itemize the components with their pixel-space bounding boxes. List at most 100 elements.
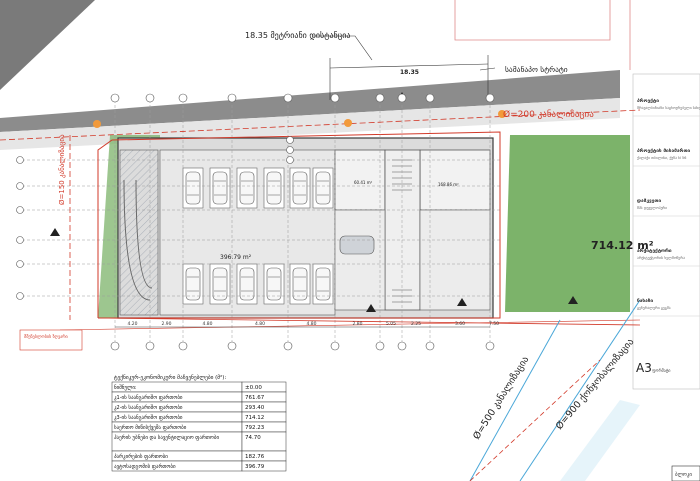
pipe-label-top: Ø=200 კანალიზაცია [503,109,594,120]
title-block-subtext: შპს დეველოპერი [637,206,667,210]
title-block-subtext: მრავალბინიანი საცხოვრებელი სახლი [637,106,700,110]
title-block-subtext: ქალაქი თბილისი, ქუჩა N 56 [637,156,687,160]
grid-bubble-bottom [485,341,495,351]
bottom-dim-value: 2.90 [162,321,172,327]
room1-area-label: 60.41 m² [354,180,373,185]
pipe-line-diag2 [519,299,641,481]
grid-bubble-left [16,260,24,268]
table-row-value: 293.40 [245,405,265,411]
table-row-label: ჰაერის უბნები და სავენტილაციო ფართობი [114,434,219,441]
corner-stamp: ბლოკი [675,471,692,478]
table-row-value: 182.76 [245,454,265,460]
parking-area-label: 396.79 m² [220,254,252,261]
grid-bubble-bottom [425,341,435,351]
pipe-label-diag1: Ø=500 კანალიზაცია [471,354,531,441]
title-block-heading: დამკვეთი [637,198,661,204]
car-top-3 [236,167,258,209]
car-bottom-1 [182,263,204,305]
car-top-4 [263,167,285,209]
car-service [339,235,375,255]
top-distance-label: 18.35 მეტრიანი დისტანცია [245,30,350,40]
car-top-1 [182,167,204,209]
stair-core [384,149,421,311]
adjacent-road-top-left [0,0,95,90]
grid-bubble-inner [286,136,294,144]
neighbor-plot-boundary [454,0,611,41]
grid-bubble-left [16,182,24,190]
red-note-box [19,329,83,351]
table-row-value: 792.23 [245,425,265,431]
bottom-dimensions: 4.20 2.90 4.80 4.80 4.80 2.80 5.05 2.25 3.60 7.50 [115,321,499,328]
grid-bubble-inner [286,146,294,154]
grid-bubble-bottom [110,341,120,351]
grid-bubble-top [375,93,385,103]
grid-bubble-bottom [178,341,188,351]
table-row-label: პარკირების ფართობი [114,453,168,460]
car-bottom-3 [236,263,258,305]
leader-street [479,67,496,71]
marker-orange-1 [93,120,101,128]
title-block-heading: არქიტექტორი [637,247,672,254]
table-row-label: ნიშნული: [114,384,137,391]
sheet-size: A3 [636,361,652,375]
bottom-dim-value: 5.05 [386,321,396,327]
bottom-dim-value: 2.25 [411,321,421,327]
grid-bubble-left [16,206,24,214]
top-dimension-value: 18.35 [400,69,419,76]
sheet-size-label: ფორმატი [652,368,670,373]
marker-triangle-1 [50,228,60,236]
table-title: ტექნიკურ-ეკონომიკური მაჩვენებლები (მ²): [114,374,226,381]
grid-bubble-top [227,93,237,103]
service-area-2 [419,209,491,311]
title-block-frame [632,73,700,390]
table-row-value: 714.12 [245,415,264,421]
grid-bubble-top [397,93,407,103]
pipe-label-left: Ø=150 კანალიზაცია [58,134,66,205]
car-bottom-5 [289,263,311,305]
table-row-value: 761.67 [245,395,265,401]
bottom-dim-value: 7.50 [489,321,499,327]
bottom-dim-value: 4.80 [255,321,265,327]
grid-bubble-bottom [283,341,293,351]
grid-bubble-bottom [375,341,385,351]
car-top-2 [209,167,231,209]
site-plan-sheet: 18.35 მეტრიანი დისტანცია 18.35 სამანაპო … [0,0,700,481]
grid-bubble-left [16,156,24,164]
dim-line-top [329,63,489,69]
grid-bubble-bottom [227,341,237,351]
grid-bubble-top [485,93,495,103]
grid-bubble-left [16,236,24,244]
site-plan-drawing: 18.35 მეტრიანი დისტანცია 18.35 სამანაპო … [0,0,700,481]
table-row-label: კ2-ის საანგარიშო ფართობი [114,404,183,411]
red-note-text: მშენებლობის ზღვარი [24,334,68,339]
table-row-label: საერთო მიწისქვეშა ფართობი [114,424,187,431]
table-row-value: ±0.00 [245,385,262,391]
grid-bubble-top [178,93,188,103]
grid-bubble-bottom [397,341,407,351]
car-bottom-6 [312,263,334,305]
car-top-5 [289,167,311,209]
car-bottom-2 [209,263,231,305]
bottom-dim-value: 4.80 [307,321,317,327]
grid-bubble-bottom [145,341,155,351]
grid-bubble-top [110,93,120,103]
title-block-heading: პროექტი [637,97,659,104]
title-block-subtext: არქიტექტორის ხელმოწერა [637,256,685,260]
service-area [334,209,386,311]
table-row-value: 396.79 [245,464,265,470]
table-row-label: კ1-ის საანგარიშო ფართობი [114,394,183,401]
bottom-dim-value: 2.80 [353,321,363,327]
car-top-6 [312,167,334,209]
grid-bubble-top [145,93,155,103]
title-block-heading: პროექტის მისამართი [637,147,690,154]
bottom-dim-value: 4.80 [203,321,213,327]
street-label: სამანაპო სტრატი [505,65,568,74]
table-row-value: 74.70 [245,435,261,441]
grid-bubble-top [425,93,435,103]
pipe-line-diag1 [469,319,561,481]
title-block-subtext: გენერალური გეგმა [637,306,671,310]
green-area [505,135,630,312]
bottom-dim-value: 4.20 [128,321,138,327]
bottom-dim-value: 3.60 [455,321,465,327]
grid-bubble-bottom [330,341,340,351]
